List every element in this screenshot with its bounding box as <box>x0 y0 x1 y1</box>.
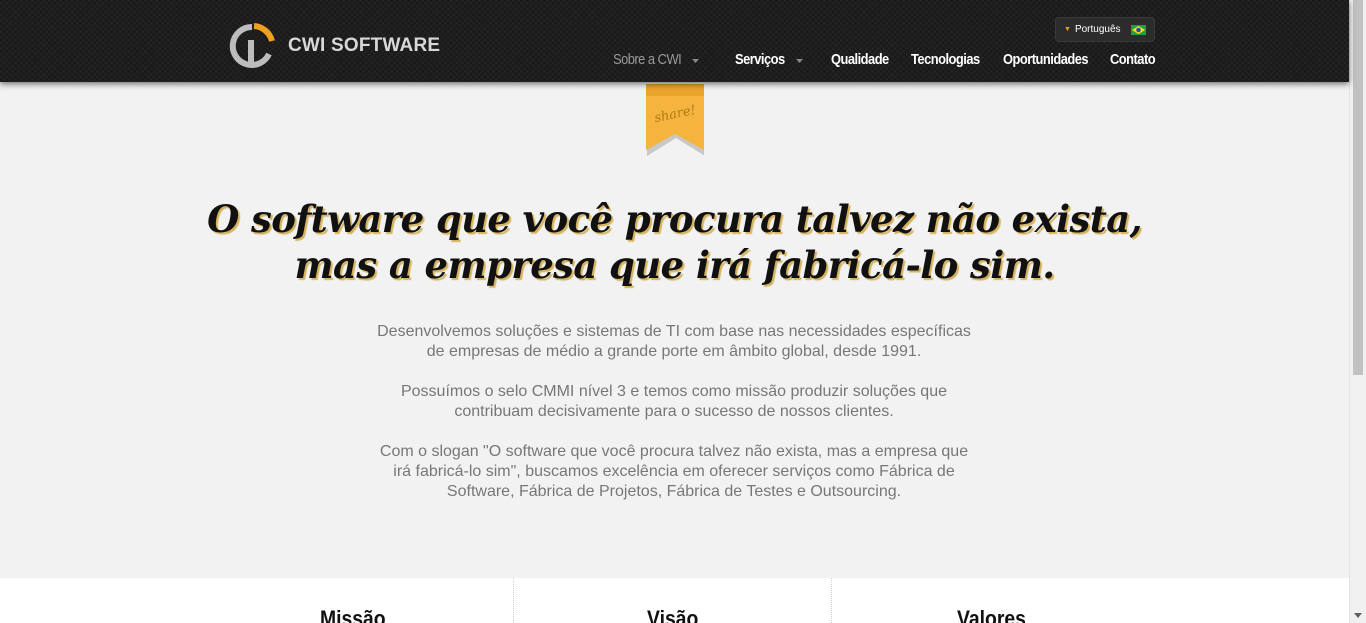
intro-paragraph: Desenvolvemos soluções e sistemas de TI … <box>377 323 971 360</box>
nav-item-contato[interactable]: Contato <box>1110 51 1156 68</box>
main-nav: Sobre a CWI Serviços Qualidade Tecnologi… <box>0 51 1349 71</box>
caret-down-icon: ▼ <box>1064 26 1071 33</box>
nav-item-label: Contato <box>1110 51 1156 68</box>
chevron-down-icon <box>795 58 803 63</box>
scrollbar-thumb[interactable] <box>1353 0 1363 375</box>
page-scrollbar[interactable] <box>1349 0 1366 623</box>
hero-title-line-2: mas a empresa que irá fabricá-lo sim. <box>294 243 1055 287</box>
nav-item-label: Tecnologias <box>911 51 980 68</box>
nav-item-label: Qualidade <box>831 51 889 68</box>
hero-title-line-1: O software que você procura talvez não e… <box>207 197 1142 241</box>
column-divider <box>831 578 832 623</box>
intro-paragraph: Com o slogan "O software que você procur… <box>379 443 969 500</box>
nav-item-servicos[interactable]: Serviços <box>735 51 803 68</box>
site-header: CWI SOFTWARE ▼ Português Sobre a CWI Ser… <box>0 0 1349 82</box>
column-title-missao: Missão <box>320 606 386 623</box>
column-title-visao: Visão <box>647 606 699 623</box>
intro-paragraph: Possuímos o selo CMMI nível 3 e temos co… <box>400 383 947 420</box>
scroll-down-arrow-icon[interactable] <box>1354 613 1362 618</box>
ribbon-shape-icon: share! <box>646 84 705 156</box>
language-selector[interactable]: ▼ Português <box>1055 17 1155 42</box>
language-label: Português <box>1074 24 1121 35</box>
nav-item-sobre-a-cwi[interactable]: Sobre a CWI <box>613 51 700 68</box>
column-title-valores: Valores <box>957 606 1026 623</box>
nav-item-qualidade[interactable]: Qualidade <box>831 51 889 68</box>
nav-item-tecnologias[interactable]: Tecnologias <box>911 51 980 68</box>
share-ribbon[interactable]: share! <box>646 84 705 156</box>
nav-item-label: Serviços <box>735 51 785 68</box>
hero-title: O software que você procura talvez não e… <box>0 196 1349 288</box>
nav-item-label: Sobre a CWI <box>613 51 682 68</box>
intro-text: Desenvolvemos soluções e sistemas de TI … <box>374 322 974 522</box>
nav-item-label: Oportunidades <box>1003 51 1089 68</box>
nav-item-oportunidades[interactable]: Oportunidades <box>1003 51 1089 68</box>
column-divider <box>513 578 514 623</box>
brazil-flag-icon <box>1131 25 1146 35</box>
chevron-down-icon <box>692 58 700 63</box>
